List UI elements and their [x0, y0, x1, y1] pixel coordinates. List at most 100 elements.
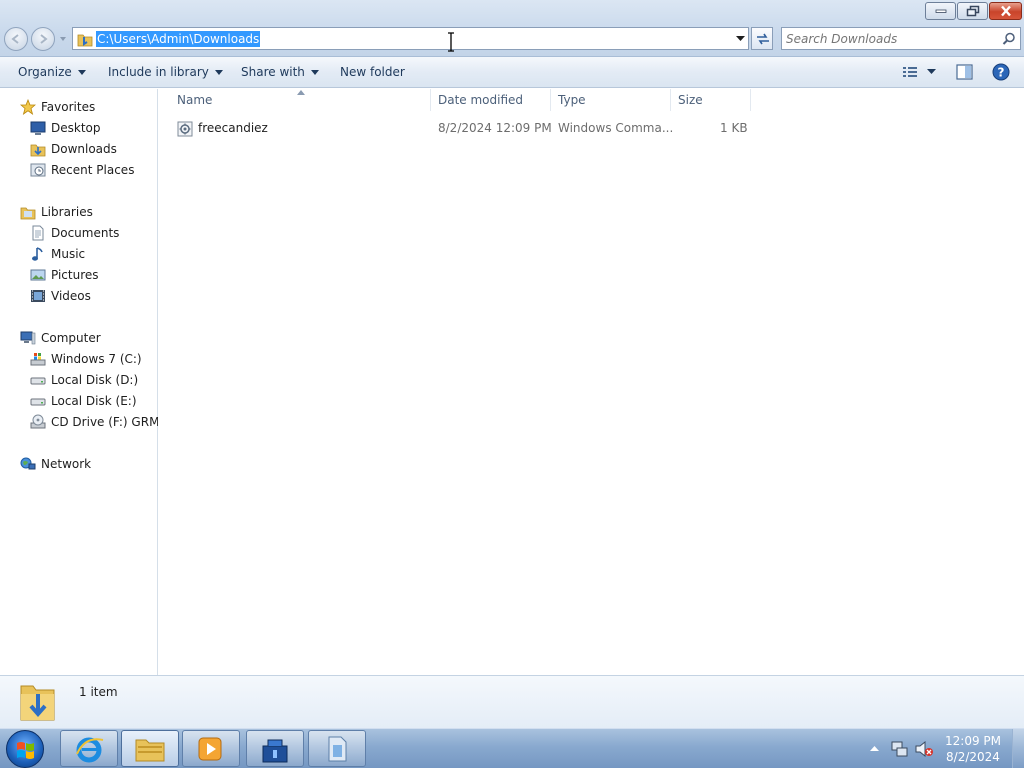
address-dropdown-icon[interactable]: [736, 36, 745, 42]
nav-favorites[interactable]: Favorites: [20, 97, 154, 117]
nav-item-label: Local Disk (D:): [51, 373, 139, 387]
column-header-date-modified[interactable]: Date modified: [431, 89, 551, 111]
column-header-type[interactable]: Type: [551, 89, 671, 111]
address-path-text[interactable]: C:\Users\Admin\Downloads: [96, 31, 261, 47]
clock-time: 12:09 PM: [945, 734, 1001, 748]
share-with-label: Share with: [241, 65, 305, 79]
system-clock[interactable]: 12:09 PM 8/2/2024: [936, 733, 1010, 765]
file-type: Windows Comma...: [558, 121, 674, 135]
nav-computer[interactable]: Computer: [20, 328, 154, 348]
nav-item-label: Documents: [51, 226, 120, 240]
nav-item-recent-places[interactable]: Recent Places: [30, 160, 154, 180]
organize-label: Organize: [18, 65, 72, 79]
nav-item-pictures[interactable]: Pictures: [30, 265, 154, 285]
address-bar[interactable]: C:\Users\Admin\Downloads: [72, 27, 749, 50]
change-view-icon[interactable]: [902, 65, 918, 79]
refresh-button[interactable]: [751, 27, 773, 50]
windows-drive-icon: [30, 353, 46, 366]
show-hidden-icons-icon[interactable]: [870, 745, 879, 751]
show-desktop-button[interactable]: [1012, 729, 1024, 768]
nav-item-documents[interactable]: Documents: [30, 223, 154, 243]
libraries-icon: [20, 207, 36, 220]
column-type-label: Type: [558, 93, 586, 107]
nav-item-downloads[interactable]: Downloads: [30, 139, 154, 159]
new-folder-label: New folder: [340, 65, 405, 79]
new-folder-button[interactable]: New folder: [340, 65, 405, 79]
downloads-folder-icon: [20, 685, 55, 721]
command-bar: Organize Include in library Share with N…: [0, 57, 1024, 88]
nav-item-label: Recent Places: [51, 163, 135, 177]
taskbar-internet-explorer[interactable]: [60, 730, 118, 767]
hard-drive-icon: [30, 377, 46, 385]
column-header-size[interactable]: Size: [671, 89, 751, 111]
chevron-down-icon: [310, 70, 319, 75]
media-player-icon: [198, 737, 222, 760]
nav-item-drive-c[interactable]: Windows 7 (C:): [30, 349, 154, 369]
volume-muted-icon[interactable]: [914, 740, 934, 758]
network-tray-icon[interactable]: [890, 740, 908, 758]
help-icon[interactable]: ?: [992, 63, 1010, 81]
nav-item-videos[interactable]: Videos: [30, 286, 154, 306]
restore-icon: [966, 5, 979, 17]
start-button[interactable]: [6, 730, 44, 768]
batch-file-icon: [177, 121, 193, 137]
back-button[interactable]: [4, 27, 28, 51]
taskbar-windows-explorer[interactable]: [121, 730, 179, 767]
computer-icon: [20, 331, 36, 345]
music-note-icon: [32, 247, 43, 261]
network-icon: [20, 457, 36, 470]
restore-button[interactable]: [957, 2, 988, 20]
nav-item-drive-d[interactable]: Local Disk (D:): [30, 370, 154, 390]
star-icon: [20, 99, 36, 115]
nav-item-label: Desktop: [51, 121, 101, 135]
nav-libraries[interactable]: Libraries: [20, 202, 154, 222]
nav-item-label: Videos: [51, 289, 91, 303]
text-cursor-icon: [448, 32, 454, 52]
title-bar: C:\Users\Admin\Downloads: [0, 0, 1024, 57]
forward-button[interactable]: [31, 27, 55, 51]
chevron-down-icon: [214, 70, 223, 75]
clock-date: 8/2/2024: [946, 750, 1000, 764]
chevron-down-icon: [77, 70, 86, 75]
nav-item-music[interactable]: Music: [30, 244, 154, 264]
taskbar-media-player[interactable]: [182, 730, 240, 767]
taskbar: 12:09 PM 8/2/2024: [0, 728, 1024, 768]
search-icon[interactable]: [1002, 32, 1016, 46]
nav-item-drive-e[interactable]: Local Disk (E:): [30, 391, 154, 411]
nav-network[interactable]: Network: [20, 454, 154, 474]
folder-icon: [77, 34, 93, 47]
hard-drive-icon: [30, 398, 46, 406]
recent-pages-dropdown-icon[interactable]: [58, 34, 68, 44]
nav-libraries-label: Libraries: [41, 205, 93, 219]
organize-button[interactable]: Organize: [18, 65, 86, 79]
explorer-folder-icon: [135, 739, 165, 761]
file-date-modified: 8/2/2024 12:09 PM: [438, 121, 552, 135]
nav-favorites-label: Favorites: [41, 100, 96, 114]
file-row[interactable]: freecandiez 8/2/2024 12:09 PM Windows Co…: [171, 117, 751, 141]
pictures-icon: [30, 269, 46, 281]
taskbar-app-2[interactable]: [308, 730, 366, 767]
include-in-library-button[interactable]: Include in library: [108, 65, 223, 79]
internet-explorer-icon: [76, 737, 104, 762]
nav-item-label: Music: [51, 247, 86, 261]
nav-item-desktop[interactable]: Desktop: [30, 118, 154, 138]
preview-pane-icon[interactable]: [956, 64, 973, 80]
desktop-icon: [30, 121, 46, 135]
file-list: Name Date modified Type Size freecandiez…: [159, 89, 1024, 675]
minimize-icon: [935, 9, 946, 13]
file-name: freecandiez: [198, 121, 268, 135]
downloads-folder-icon: [30, 144, 46, 157]
view-options-dropdown-icon[interactable]: [927, 69, 936, 75]
nav-network-label: Network: [41, 457, 92, 471]
navigation-pane: Favorites Desktop Downloads Recent Place…: [0, 89, 158, 675]
include-in-library-label: Include in library: [108, 65, 209, 79]
minimize-button[interactable]: [925, 2, 956, 20]
close-button[interactable]: [989, 2, 1022, 20]
back-arrow-icon: [11, 34, 19, 44]
search-input[interactable]: [786, 30, 996, 47]
details-pane: 1 item: [0, 675, 1024, 728]
nav-item-drive-f[interactable]: CD Drive (F:) GRMSXFREO: [30, 412, 158, 432]
search-box[interactable]: [781, 27, 1021, 50]
taskbar-app-1[interactable]: [246, 730, 304, 767]
share-with-button[interactable]: Share with: [241, 65, 319, 79]
